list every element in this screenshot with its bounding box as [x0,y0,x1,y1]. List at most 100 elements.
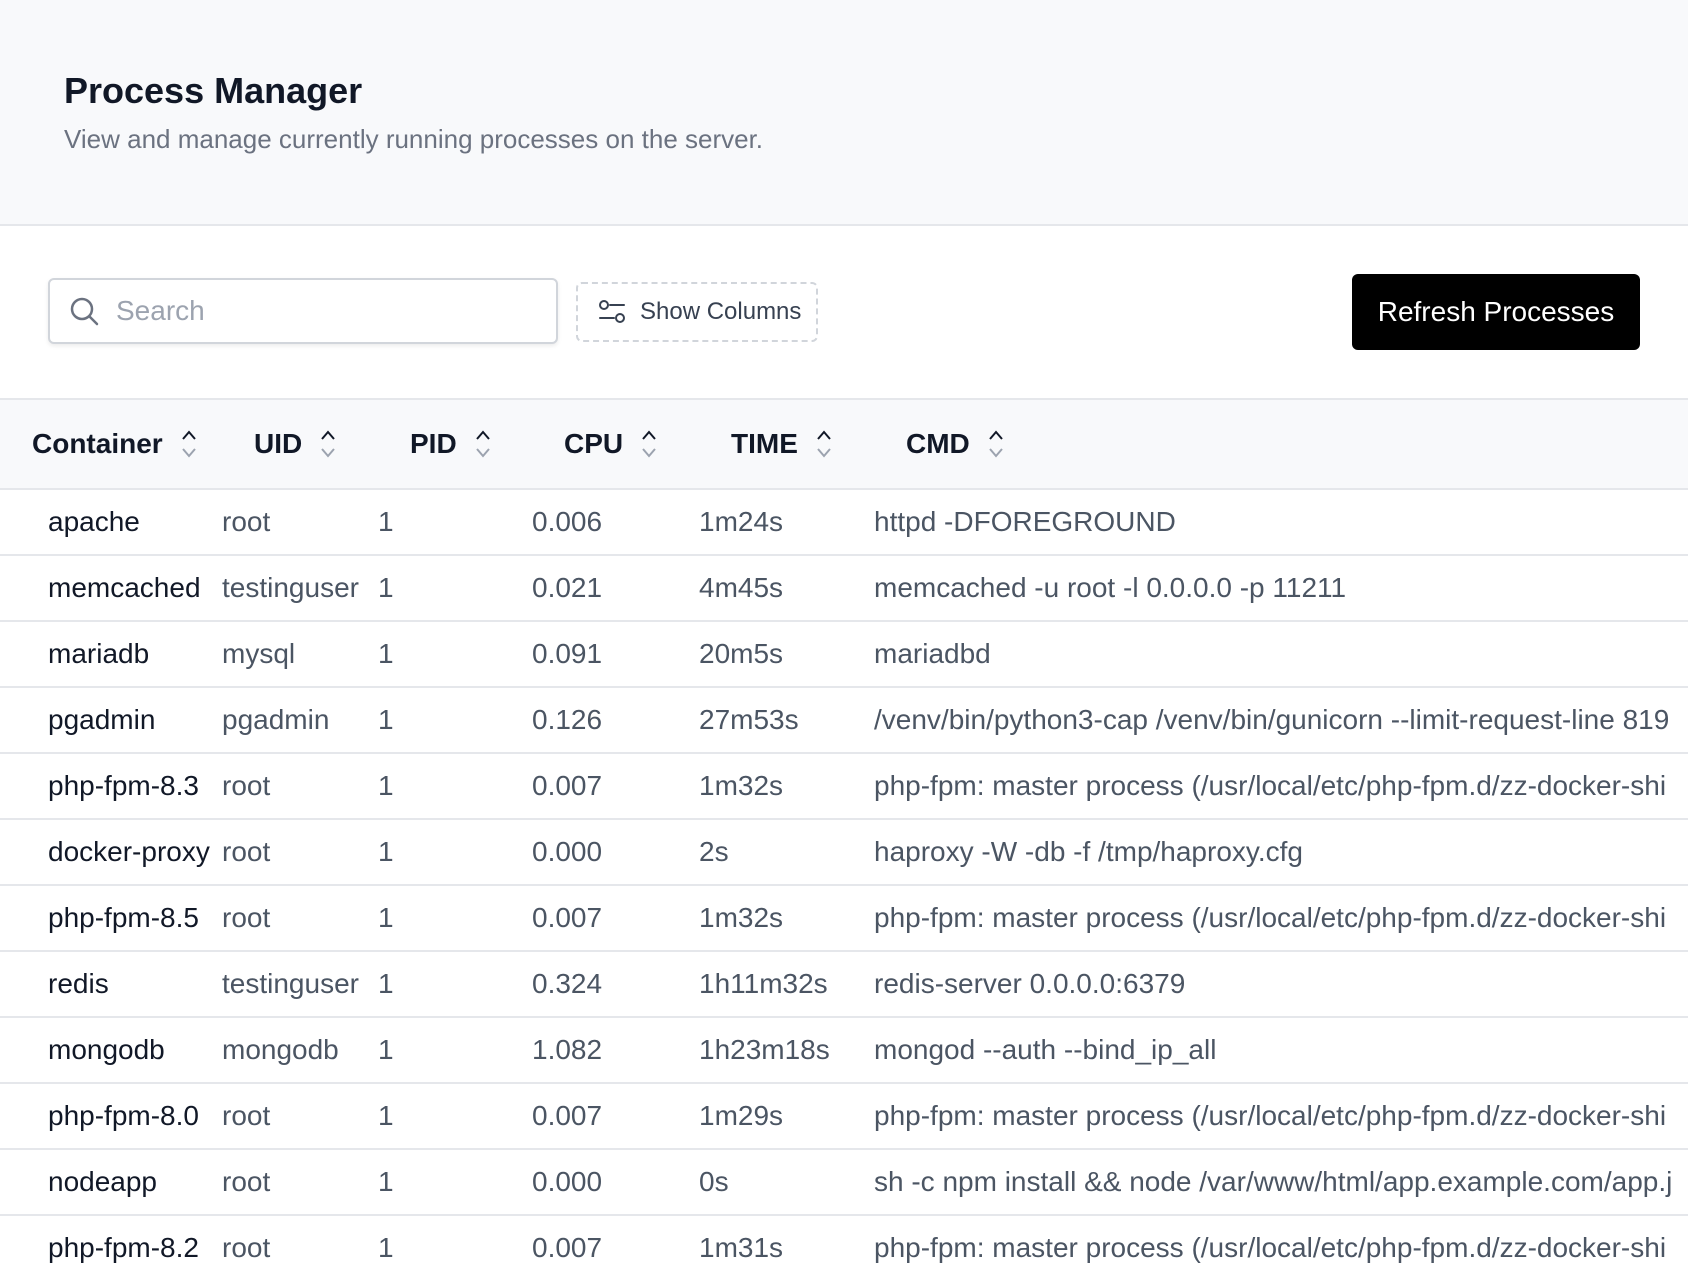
page-subtitle: View and manage currently running proces… [64,124,764,154]
cell-pid: 1 [378,1034,394,1065]
cell-cmd: php-fpm: master process (/usr/local/etc/… [874,902,1667,933]
sort-icon[interactable] [475,429,491,459]
cell-uid: root [222,1100,271,1131]
cell-uid: root [222,770,271,801]
cell-cmd: mongod --auth --bind_ip_all [874,1034,1217,1065]
page-header: Process Manager View and manage currentl… [0,0,1688,226]
cell-container: docker-proxy [48,836,210,867]
column-header-label: UID [254,428,303,459]
cell-time: 27m53s [699,704,799,735]
table-row[interactable]: docker-proxy root 1 0.000 2s haproxy -W … [0,819,1688,885]
cell-pid: 1 [378,638,394,669]
sort-icon[interactable] [816,429,832,459]
cell-time: 0s [699,1166,729,1197]
cell-time: 20m5s [699,638,784,669]
show-columns-label: Show Columns [640,298,802,325]
search-icon [66,293,102,329]
cell-pid: 1 [378,704,394,735]
cell-cpu: 0.324 [532,968,603,999]
process-table-container: Container UID PID CPU TIME CMD apache ro… [0,398,1688,1280]
cell-cpu: 0.007 [532,1232,603,1263]
cell-time: 1m29s [699,1100,784,1131]
cell-pid: 1 [378,968,394,999]
cell-pid: 1 [378,506,394,537]
cell-time: 1h11m32s [699,968,828,999]
column-header-time[interactable]: TIME [699,399,874,489]
cell-cpu: 0.000 [532,1166,603,1197]
column-header-label: Container [32,428,163,459]
cell-container: nodeapp [48,1166,158,1197]
table-row[interactable]: redis testinguser 1 0.324 1h11m32s redis… [0,951,1688,1017]
table-row[interactable]: mongodb mongodb 1 1.082 1h23m18s mongod … [0,1017,1688,1083]
cell-pid: 1 [378,572,394,603]
cell-container: mariadb [48,638,150,669]
cell-cpu: 1.082 [532,1034,603,1065]
cell-cmd: redis-server 0.0.0.0:6379 [874,968,1186,999]
cell-cpu: 0.007 [532,770,603,801]
sort-icon[interactable] [320,429,336,459]
cell-uid: mysql [222,638,296,669]
cell-cpu: 0.091 [532,638,603,669]
table-row[interactable]: php-fpm-8.5 root 1 0.007 1m32s php-fpm: … [0,885,1688,951]
refresh-processes-button[interactable]: Refresh Processes [1352,274,1640,350]
cell-pid: 1 [378,1100,394,1131]
table-row[interactable]: apache root 1 0.006 1m24s httpd -DFOREGR… [0,489,1688,555]
cell-cmd: mariadbd [874,638,991,669]
table-row[interactable]: memcached testinguser 1 0.021 4m45s memc… [0,555,1688,621]
cell-cpu: 0.000 [532,836,603,867]
cell-cmd: httpd -DFOREGROUND [874,506,1176,537]
cell-uid: root [222,506,271,537]
cell-container: mongodb [48,1034,165,1065]
search-box[interactable] [48,278,558,344]
cell-uid: testinguser [222,968,359,999]
cell-uid: mongodb [222,1034,339,1065]
cell-container: memcached [48,572,201,603]
cell-cpu: 0.021 [532,572,603,603]
cell-time: 1m31s [699,1232,784,1263]
table-row[interactable]: nodeapp root 1 0.000 0s sh -c npm instal… [0,1149,1688,1215]
cell-cmd: memcached -u root -l 0.0.0.0 -p 11211 [874,572,1347,603]
cell-cpu: 0.006 [532,506,603,537]
table-row[interactable]: pgadmin pgadmin 1 0.126 27m53s /venv/bin… [0,687,1688,753]
sort-icon[interactable] [181,429,197,459]
column-header-cpu[interactable]: CPU [532,399,699,489]
column-header-label: CMD [906,428,970,459]
cell-pid: 1 [378,1232,394,1263]
cell-time: 1m32s [699,902,784,933]
search-input[interactable] [114,294,538,328]
show-columns-button[interactable]: Show Columns [576,282,818,342]
table-row[interactable]: php-fpm-8.3 root 1 0.007 1m32s php-fpm: … [0,753,1688,819]
column-header-uid[interactable]: UID [222,399,378,489]
cell-time: 1h23m18s [699,1034,830,1065]
cell-pid: 1 [378,836,394,867]
cell-cmd: php-fpm: master process (/usr/local/etc/… [874,1232,1667,1263]
cell-cpu: 0.007 [532,1100,603,1131]
column-header-container[interactable]: Container [0,399,222,489]
process-table: Container UID PID CPU TIME CMD apache ro… [0,398,1688,1280]
cell-cmd: haproxy -W -db -f /tmp/haproxy.cfg [874,836,1303,867]
cell-pid: 1 [378,770,394,801]
cell-cmd: /venv/bin/python3-cap /venv/bin/gunicorn… [874,704,1670,735]
table-row[interactable]: mariadb mysql 1 0.091 20m5s mariadbd [0,621,1688,687]
column-header-cmd[interactable]: CMD [874,399,1688,489]
cell-uid: testinguser [222,572,359,603]
table-row[interactable]: php-fpm-8.2 root 1 0.007 1m31s php-fpm: … [0,1215,1688,1280]
cell-time: 4m45s [699,572,784,603]
table-row[interactable]: php-fpm-8.0 root 1 0.007 1m29s php-fpm: … [0,1083,1688,1149]
column-header-label: CPU [564,428,624,459]
cell-cpu: 0.007 [532,902,603,933]
cell-uid: root [222,902,271,933]
cell-time: 1m32s [699,770,784,801]
cell-pid: 1 [378,1166,394,1197]
cell-container: redis [48,968,109,999]
cell-cmd: php-fpm: master process (/usr/local/etc/… [874,770,1667,801]
cell-pid: 1 [378,902,394,933]
cell-container: php-fpm-8.3 [48,770,199,801]
page-title: Process Manager [64,70,363,111]
sort-icon[interactable] [988,429,1004,459]
cell-uid: root [222,1166,271,1197]
sort-icon[interactable] [641,429,657,459]
column-header-pid[interactable]: PID [378,399,532,489]
cell-cmd: php-fpm: master process (/usr/local/etc/… [874,1100,1667,1131]
cell-uid: root [222,836,271,867]
